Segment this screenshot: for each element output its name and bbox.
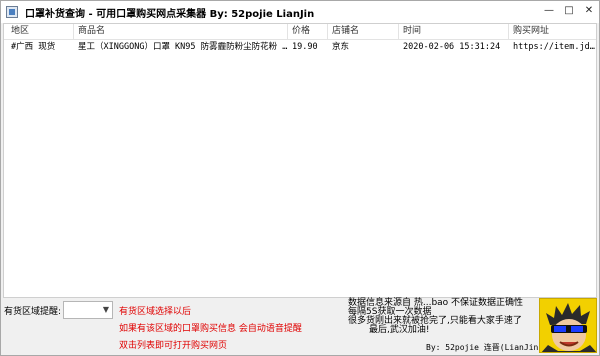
cell-time: 2020-02-06 15:31:24 bbox=[403, 42, 501, 52]
hint-line-2: 如果有该区域的口罩购买信息 会自动语音提醒 bbox=[119, 324, 302, 334]
avatar-cartoon-icon bbox=[540, 299, 596, 352]
close-button[interactable]: ✕ bbox=[581, 3, 597, 19]
column-header-product[interactable]: 商品名 bbox=[74, 24, 288, 39]
app-icon bbox=[6, 6, 18, 18]
region-alert-label: 有货区域提醒: bbox=[4, 307, 62, 317]
cell-price: 19.90 bbox=[292, 42, 318, 52]
column-header-url[interactable]: 购买网址 bbox=[509, 24, 596, 39]
hint-line-1: 有货区域选择以后 bbox=[119, 307, 192, 317]
results-table[interactable]: 地区 商品名 价格 店铺名 时间 购买网址 #广西 现货 星工（XINGGONG… bbox=[3, 23, 597, 298]
cell-product: 星工（XINGGONG）口罩 KN95 防雾霾防粉尘防花粉 ... bbox=[78, 42, 288, 52]
chevron-down-icon[interactable]: ▼ bbox=[103, 305, 109, 314]
author-signature: By: 52pojie 连晋(LianJin) bbox=[426, 343, 544, 352]
cell-shop: 京东 bbox=[332, 42, 350, 52]
table-header: 地区 商品名 价格 店铺名 时间 购买网址 bbox=[4, 24, 596, 40]
author-avatar bbox=[539, 298, 597, 353]
column-header-shop[interactable]: 店铺名 bbox=[328, 24, 399, 39]
column-header-region[interactable]: 地区 bbox=[4, 24, 74, 39]
title-bar: 口罩补货查询 - 可用口罩购买网点采集器 By: 52pojie LianJin… bbox=[1, 1, 599, 23]
cell-region: #广西 现货 bbox=[11, 42, 56, 52]
region-alert-select[interactable]: ▼ bbox=[63, 301, 113, 319]
table-row[interactable]: #广西 现货 星工（XINGGONG）口罩 KN95 防雾霾防粉尘防花粉 ...… bbox=[4, 40, 597, 55]
column-header-price[interactable]: 价格 bbox=[288, 24, 328, 39]
app-window: 口罩补货查询 - 可用口罩购买网点采集器 By: 52pojie LianJin… bbox=[0, 0, 600, 356]
maximize-button[interactable]: □ bbox=[561, 3, 577, 19]
minimize-button[interactable]: — bbox=[541, 3, 557, 19]
cell-url: https://item.jd... bbox=[513, 42, 597, 52]
info-line-4: 最后,武汉加油! bbox=[369, 325, 430, 335]
column-header-time[interactable]: 时间 bbox=[399, 24, 509, 39]
hint-line-3: 双击列表即可打开购买网页 bbox=[119, 341, 228, 351]
window-title: 口罩补货查询 - 可用口罩购买网点采集器 By: 52pojie LianJin bbox=[25, 9, 315, 20]
